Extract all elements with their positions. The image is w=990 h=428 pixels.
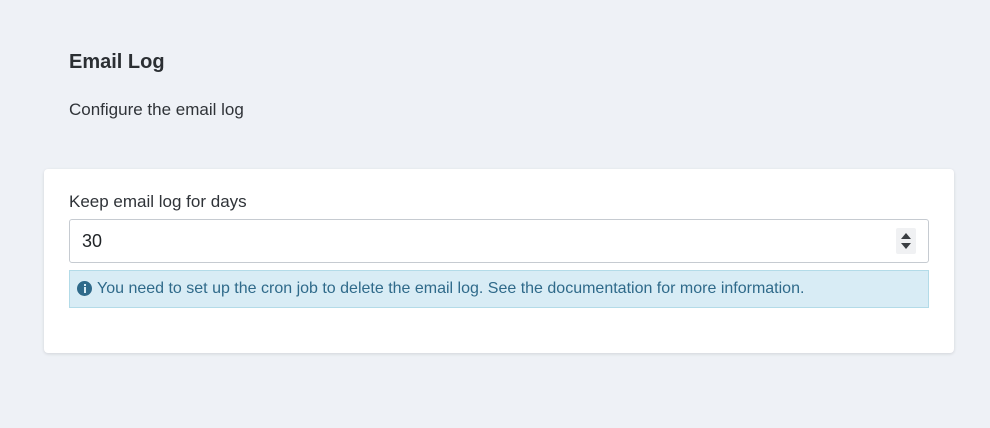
email-log-settings-card: Keep email log for days 30 You need to s…: [44, 169, 954, 353]
keep-email-log-days-value[interactable]: 30: [82, 220, 102, 262]
increment-icon[interactable]: [901, 233, 911, 239]
info-circle-icon: [77, 281, 92, 296]
page-description: Configure the email log: [69, 100, 244, 119]
keep-email-log-days-input[interactable]: 30: [69, 219, 929, 263]
keep-email-log-label: Keep email log for days: [69, 192, 247, 211]
decrement-icon[interactable]: [901, 243, 911, 249]
cron-info-message: You need to set up the cron job to delet…: [97, 280, 805, 297]
cron-info-alert: You need to set up the cron job to delet…: [69, 270, 929, 308]
number-spinner[interactable]: [896, 228, 916, 254]
page-title: Email Log: [69, 51, 165, 73]
